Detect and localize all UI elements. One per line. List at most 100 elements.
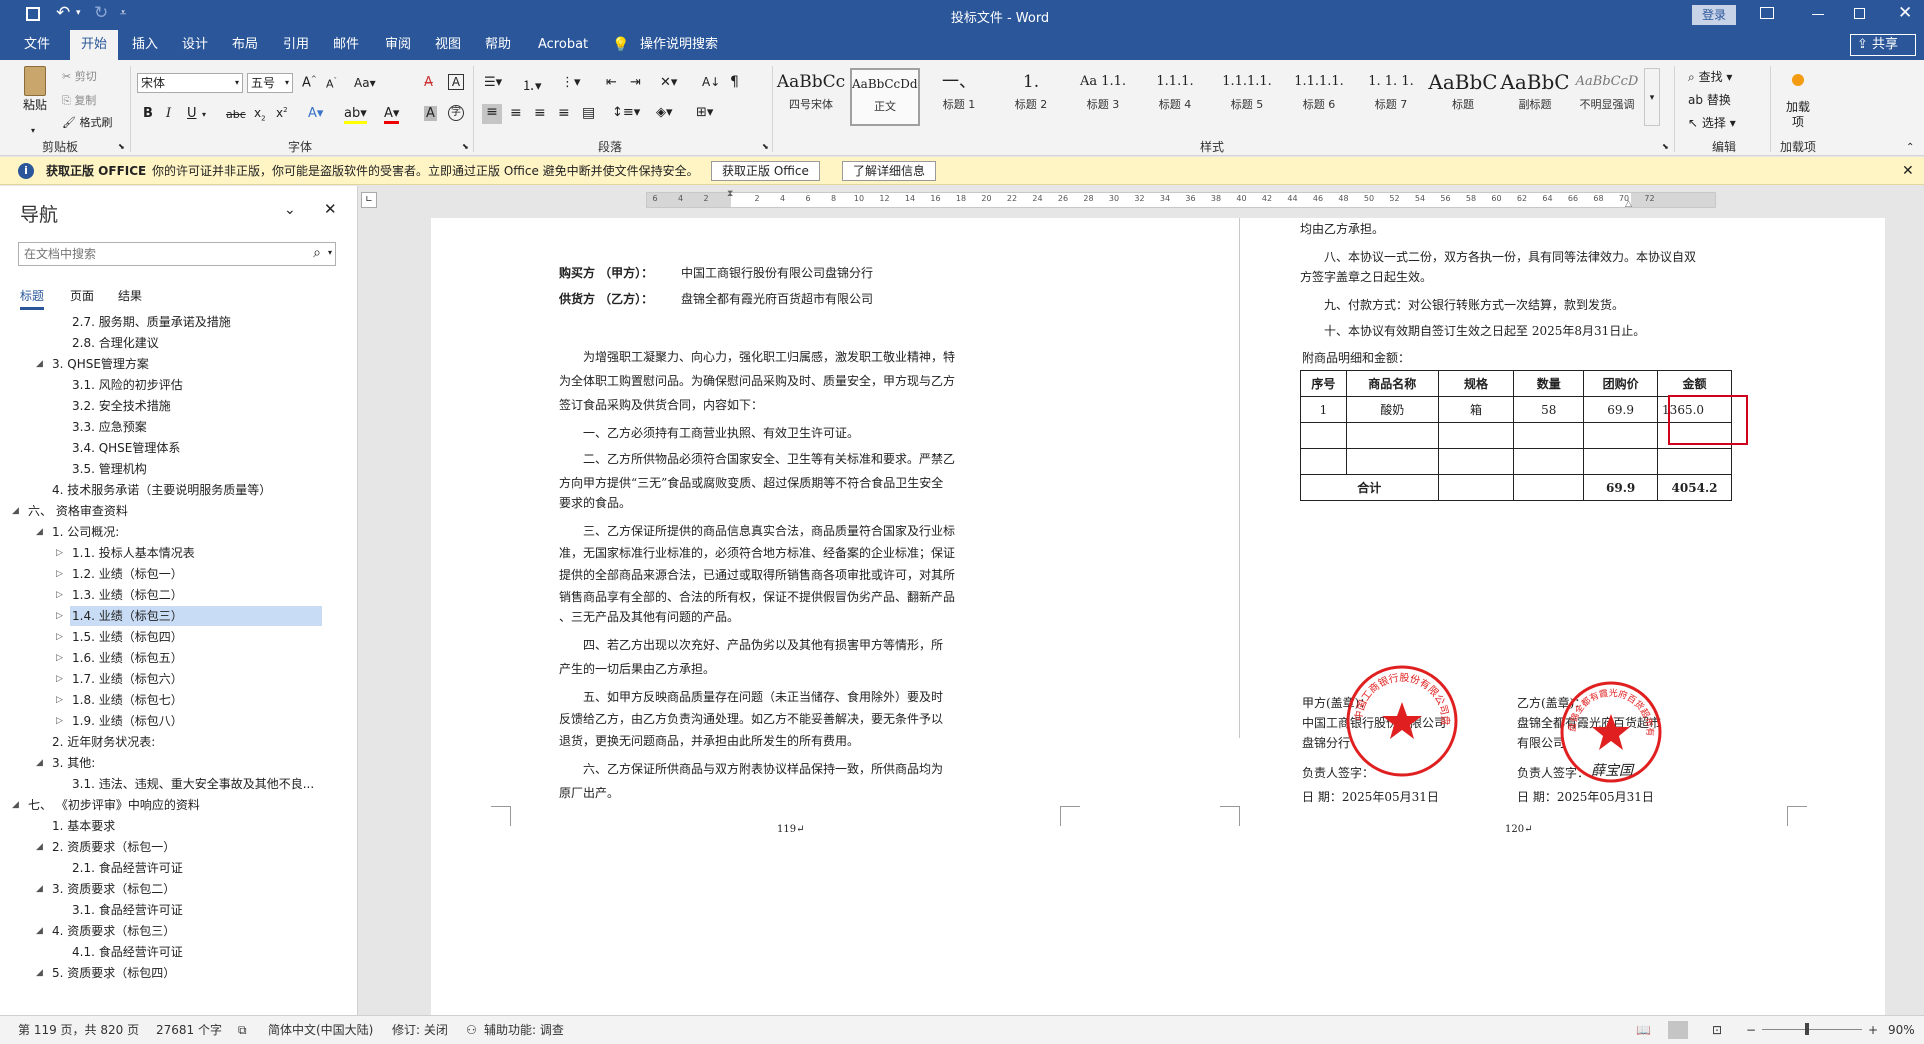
font-launcher-icon[interactable]: ⬊ <box>462 142 469 151</box>
nav-heading-item[interactable]: ◢ 5. 资质要求（标包四） <box>36 963 175 983</box>
tab-help[interactable]: 帮助 <box>477 30 519 60</box>
collapse-arrow-icon[interactable]: ◢ <box>36 963 43 983</box>
word-count[interactable]: 27681 个字 <box>156 1016 222 1044</box>
learn-more-button[interactable]: 了解详细信息 <box>842 161 937 181</box>
tab-acrobat[interactable]: Acrobat <box>530 30 596 60</box>
justify-icon[interactable]: ≡ <box>558 105 570 121</box>
paragraph-launcher-icon[interactable]: ⬊ <box>762 142 769 151</box>
nav-heading-item[interactable]: 3.2. 安全技术措施 <box>70 396 171 416</box>
grow-font-icon[interactable]: A^ <box>302 75 317 90</box>
collapse-arrow-icon[interactable]: ◢ <box>36 837 43 857</box>
minimize-icon[interactable] <box>1812 14 1824 15</box>
nav-heading-item[interactable]: ◢ 六、 资格审查资料 <box>12 501 128 521</box>
expand-arrow-icon[interactable]: ▷ <box>56 648 63 668</box>
page-119[interactable]: 购买方 （甲方）： 中国工商银行股份有限公司盘锦分行 供货方 （乙方）： 盘锦全… <box>431 218 1159 1015</box>
track-changes[interactable]: 修订: 关闭 <box>392 1016 448 1044</box>
expand-arrow-icon[interactable]: ▷ <box>56 669 63 689</box>
language[interactable]: 简体中文(中国大陆) <box>268 1016 373 1044</box>
horizontal-ruler[interactable]: 6 4 2 2 4 6 8 10 12 14 16 18 20 22 24 26 28 30 32 34 36 38 40 4… <box>646 189 1716 209</box>
highlight-icon[interactable]: ab▾ <box>344 106 367 124</box>
login-button[interactable]: 登录 <box>1692 5 1736 25</box>
nav-heading-item[interactable]: ▷ 1.3. 业绩（标包二） <box>56 585 183 605</box>
table-cell[interactable] <box>1657 448 1732 475</box>
tab-layout[interactable]: 布局 <box>224 30 266 60</box>
table-cell[interactable] <box>1583 422 1659 449</box>
strikethrough-icon[interactable]: abc <box>226 108 246 121</box>
tab-file[interactable]: 文件 <box>16 30 58 60</box>
nav-search-input[interactable] <box>19 243 289 265</box>
nav-heading-item[interactable]: ◢ 1. 公司概况: <box>36 522 119 542</box>
nav-heading-item[interactable]: 1. 基本要求 <box>50 816 115 836</box>
nav-search-box[interactable]: ⌕ ▾ <box>18 242 336 266</box>
clear-format-icon[interactable]: A̶ <box>424 75 433 90</box>
shrink-font-icon[interactable]: Aˇ <box>326 77 337 91</box>
nav-heading-item[interactable]: ◢ 2. 资质要求（标包一） <box>36 837 175 857</box>
collapse-arrow-icon[interactable]: ◢ <box>36 522 43 542</box>
web-layout-icon[interactable]: ⊡ <box>1712 1016 1722 1044</box>
table-cell[interactable] <box>1437 422 1515 449</box>
superscript-icon[interactable]: x2 <box>276 106 288 120</box>
nav-heading-item[interactable]: 2.8. 合理化建议 <box>70 333 159 353</box>
tab-view[interactable]: 视图 <box>427 30 469 60</box>
shading-icon[interactable]: ◈▾ <box>656 105 673 120</box>
nav-close-icon[interactable]: ✕ <box>324 200 337 218</box>
nav-tab-results[interactable]: 结果 <box>118 287 142 304</box>
tab-insert[interactable]: 插入 <box>124 30 166 60</box>
numbering-icon[interactable]: ⒈▾ <box>522 75 542 94</box>
restore-icon[interactable] <box>1854 8 1865 19</box>
nav-heading-item[interactable]: 3.3. 应急预案 <box>70 417 147 437</box>
collapse-arrow-icon[interactable]: ◢ <box>12 501 19 521</box>
accessibility-status[interactable]: 辅助功能: 调查 <box>484 1016 564 1044</box>
table-cell[interactable] <box>1513 422 1585 449</box>
search-icon[interactable]: ⌕ <box>313 245 321 261</box>
tab-design[interactable]: 设计 <box>174 30 216 60</box>
collapse-arrow-icon[interactable]: ◢ <box>36 354 43 374</box>
nav-heading-item[interactable]: 4. 技术服务承诺（主要说明服务质量等） <box>50 480 271 500</box>
font-name-combo[interactable]: 宋体 ▾ <box>137 73 243 93</box>
table-cell[interactable] <box>1345 422 1439 449</box>
style-tile[interactable]: AaBbCc 四号宋体 <box>776 68 846 126</box>
expand-arrow-icon[interactable]: ▷ <box>56 690 63 710</box>
table-cell[interactable]: 1 <box>1300 396 1347 423</box>
nav-heading-item[interactable]: 3.4. QHSE管理体系 <box>70 438 180 458</box>
right-indent-marker[interactable]: △ <box>1625 199 1632 209</box>
character-shading-icon[interactable]: A <box>424 106 437 121</box>
zoom-slider[interactable] <box>1762 1023 1862 1035</box>
tab-review[interactable]: 审阅 <box>377 30 419 60</box>
redo-icon[interactable]: ↻ <box>94 3 108 23</box>
font-size-combo[interactable]: 五号 ▾ <box>247 73 293 93</box>
proofing-icon[interactable]: ⧉ <box>238 1016 247 1044</box>
nav-tab-pages[interactable]: 页面 <box>70 287 94 304</box>
addins-icon[interactable] <box>1792 74 1804 86</box>
nav-heading-item[interactable]: ▷ 1.2. 业绩（标包一） <box>56 564 183 584</box>
find-button[interactable]: ⌕ 查找 ▾ <box>1688 68 1732 85</box>
text-effects-icon[interactable]: A▾ <box>308 106 323 121</box>
table-cell[interactable]: 酸奶 <box>1345 396 1439 423</box>
table-cell[interactable] <box>1513 474 1585 501</box>
table-cell[interactable] <box>1513 448 1585 475</box>
collapse-arrow-icon[interactable]: ◢ <box>36 753 43 773</box>
nav-heading-item[interactable]: ◢ 3. 资质要求（标包二） <box>36 879 175 899</box>
save-icon[interactable] <box>26 7 40 21</box>
nav-tab-headings[interactable]: 标题 <box>20 287 45 310</box>
nav-options-icon[interactable]: ⌄ <box>284 202 296 218</box>
font-color-icon[interactable]: A▾ <box>384 106 400 124</box>
style-tile[interactable]: 1.1.1.1. 标题 5 <box>1212 68 1282 126</box>
zoom-out-icon[interactable]: − <box>1746 1016 1756 1044</box>
line-spacing-icon[interactable]: ↕≡▾ <box>612 105 640 120</box>
zoom-level[interactable]: 90% <box>1888 1016 1915 1044</box>
page-120[interactable]: 均由乙方承担。 八、本协议一式二份，双方各执一份，具有同等法律效力。本协议自双方… <box>1157 218 1885 1015</box>
align-left-icon[interactable]: ≡ <box>482 104 502 124</box>
styles-launcher-icon[interactable]: ⬊ <box>1662 142 1669 151</box>
character-border-icon[interactable]: A <box>448 74 464 90</box>
cut-button[interactable]: ✂ 剪切 <box>62 68 97 84</box>
expand-arrow-icon[interactable]: ▷ <box>56 606 63 626</box>
table-cell[interactable] <box>1437 448 1515 475</box>
expand-arrow-icon[interactable]: ▷ <box>56 585 63 605</box>
table-cell[interactable]: 69.9 <box>1583 474 1659 501</box>
multilevel-list-icon[interactable]: ⋮▾ <box>561 75 581 90</box>
style-tile[interactable]: 1. 标题 2 <box>996 68 1066 126</box>
collapse-arrow-icon[interactable]: ◢ <box>12 795 19 815</box>
decrease-indent-icon[interactable]: ⇤ <box>606 75 617 90</box>
align-right-icon[interactable]: ≡ <box>534 105 546 121</box>
